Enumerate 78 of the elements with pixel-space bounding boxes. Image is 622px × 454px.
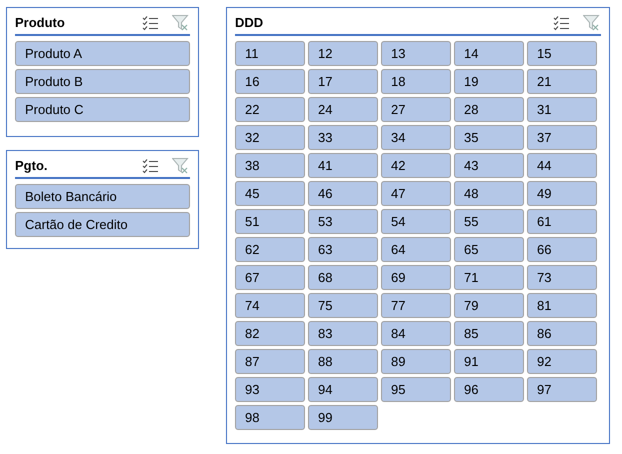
slicer-item[interactable]: 42 <box>381 153 451 178</box>
slicer-item[interactable]: 73 <box>527 265 597 290</box>
slicer-item[interactable]: 85 <box>454 321 524 346</box>
slicer-item[interactable]: Produto B <box>15 69 190 94</box>
slicer-item[interactable]: 82 <box>235 321 305 346</box>
slicer-item[interactable]: 43 <box>454 153 524 178</box>
slicer-item[interactable]: 97 <box>527 377 597 402</box>
slicer-item[interactable]: Produto C <box>15 97 190 122</box>
slicer-item[interactable]: 49 <box>527 181 597 206</box>
slicer-item[interactable]: 69 <box>381 265 451 290</box>
slicer-item[interactable]: 21 <box>527 69 597 94</box>
slicer-item[interactable]: 98 <box>235 405 305 430</box>
slicer-item[interactable]: 11 <box>235 41 305 66</box>
slicer-item[interactable]: 54 <box>381 209 451 234</box>
slicer-item[interactable]: 68 <box>308 265 378 290</box>
slicer-item[interactable]: 51 <box>235 209 305 234</box>
slicer-item[interactable]: 31 <box>527 97 597 122</box>
slicer-item[interactable]: 46 <box>308 181 378 206</box>
slicer-item[interactable]: 34 <box>381 125 451 150</box>
slicer-item[interactable]: 99 <box>308 405 378 430</box>
slicer-item[interactable]: 92 <box>527 349 597 374</box>
slicer-item[interactable]: Cartão de Credito <box>15 212 190 237</box>
slicer-item[interactable]: 13 <box>381 41 451 66</box>
slicer-item[interactable]: 71 <box>454 265 524 290</box>
slicer-item[interactable]: 33 <box>308 125 378 150</box>
slicer-item[interactable]: 44 <box>527 153 597 178</box>
slicer-item[interactable]: 89 <box>381 349 451 374</box>
slicer-item[interactable]: 17 <box>308 69 378 94</box>
slicer-title: Produto <box>15 14 66 32</box>
slicer-item[interactable]: 95 <box>381 377 451 402</box>
slicer-item[interactable]: 24 <box>308 97 378 122</box>
slicer-item[interactable]: 38 <box>235 153 305 178</box>
slicer-item[interactable]: 35 <box>454 125 524 150</box>
slicer-item[interactable]: 45 <box>235 181 305 206</box>
slicer-item[interactable]: 18 <box>381 69 451 94</box>
slicer-item[interactable]: 48 <box>454 181 524 206</box>
slicer-item[interactable]: 16 <box>235 69 305 94</box>
slicer-item[interactable]: 81 <box>527 293 597 318</box>
slicer-title: DDD <box>235 14 264 32</box>
slicer-item[interactable]: 65 <box>454 237 524 262</box>
slicer-item[interactable]: 88 <box>308 349 378 374</box>
slicer-item[interactable]: 32 <box>235 125 305 150</box>
slicer-item[interactable]: 87 <box>235 349 305 374</box>
slicer-item[interactable]: 22 <box>235 97 305 122</box>
slicer-item[interactable]: 19 <box>454 69 524 94</box>
slicer-item[interactable]: Boleto Bancário <box>15 184 190 209</box>
slicer-item[interactable]: 55 <box>454 209 524 234</box>
slicer-item[interactable]: 91 <box>454 349 524 374</box>
slicer-item[interactable]: 74 <box>235 293 305 318</box>
slicer-title: Pgto. <box>15 157 48 176</box>
slicer-item[interactable]: 27 <box>381 97 451 122</box>
slicer-item[interactable]: 66 <box>527 237 597 262</box>
slicer-item[interactable]: 64 <box>381 237 451 262</box>
slicer-item[interactable]: 12 <box>308 41 378 66</box>
slicer-item[interactable]: 79 <box>454 293 524 318</box>
slicer-item[interactable]: 94 <box>308 377 378 402</box>
slicer-item[interactable]: 28 <box>454 97 524 122</box>
slicer-item[interactable]: 96 <box>454 377 524 402</box>
multi-select-icon[interactable] <box>553 16 570 30</box>
slicer-item[interactable]: 63 <box>308 237 378 262</box>
slicer-item[interactable]: 84 <box>381 321 451 346</box>
slicer-item[interactable]: 93 <box>235 377 305 402</box>
slicer-item[interactable]: 83 <box>308 321 378 346</box>
slicer-item[interactable]: 47 <box>381 181 451 206</box>
slicer-item[interactable]: Produto A <box>15 41 190 66</box>
slicer-item[interactable]: 53 <box>308 209 378 234</box>
slicer-item[interactable]: 37 <box>527 125 597 150</box>
multi-select-icon[interactable] <box>142 158 159 174</box>
slicer-item[interactable]: 67 <box>235 265 305 290</box>
slicer-item[interactable]: 62 <box>235 237 305 262</box>
multi-select-icon[interactable] <box>142 16 159 30</box>
slicer-item[interactable]: 14 <box>454 41 524 66</box>
slicer-item[interactable]: 61 <box>527 209 597 234</box>
slicer-item[interactable]: 77 <box>381 293 451 318</box>
slicer-item[interactable]: 41 <box>308 153 378 178</box>
slicer-item[interactable]: 15 <box>527 41 597 66</box>
slicer-item[interactable]: 75 <box>308 293 378 318</box>
slicer-item[interactable]: 86 <box>527 321 597 346</box>
